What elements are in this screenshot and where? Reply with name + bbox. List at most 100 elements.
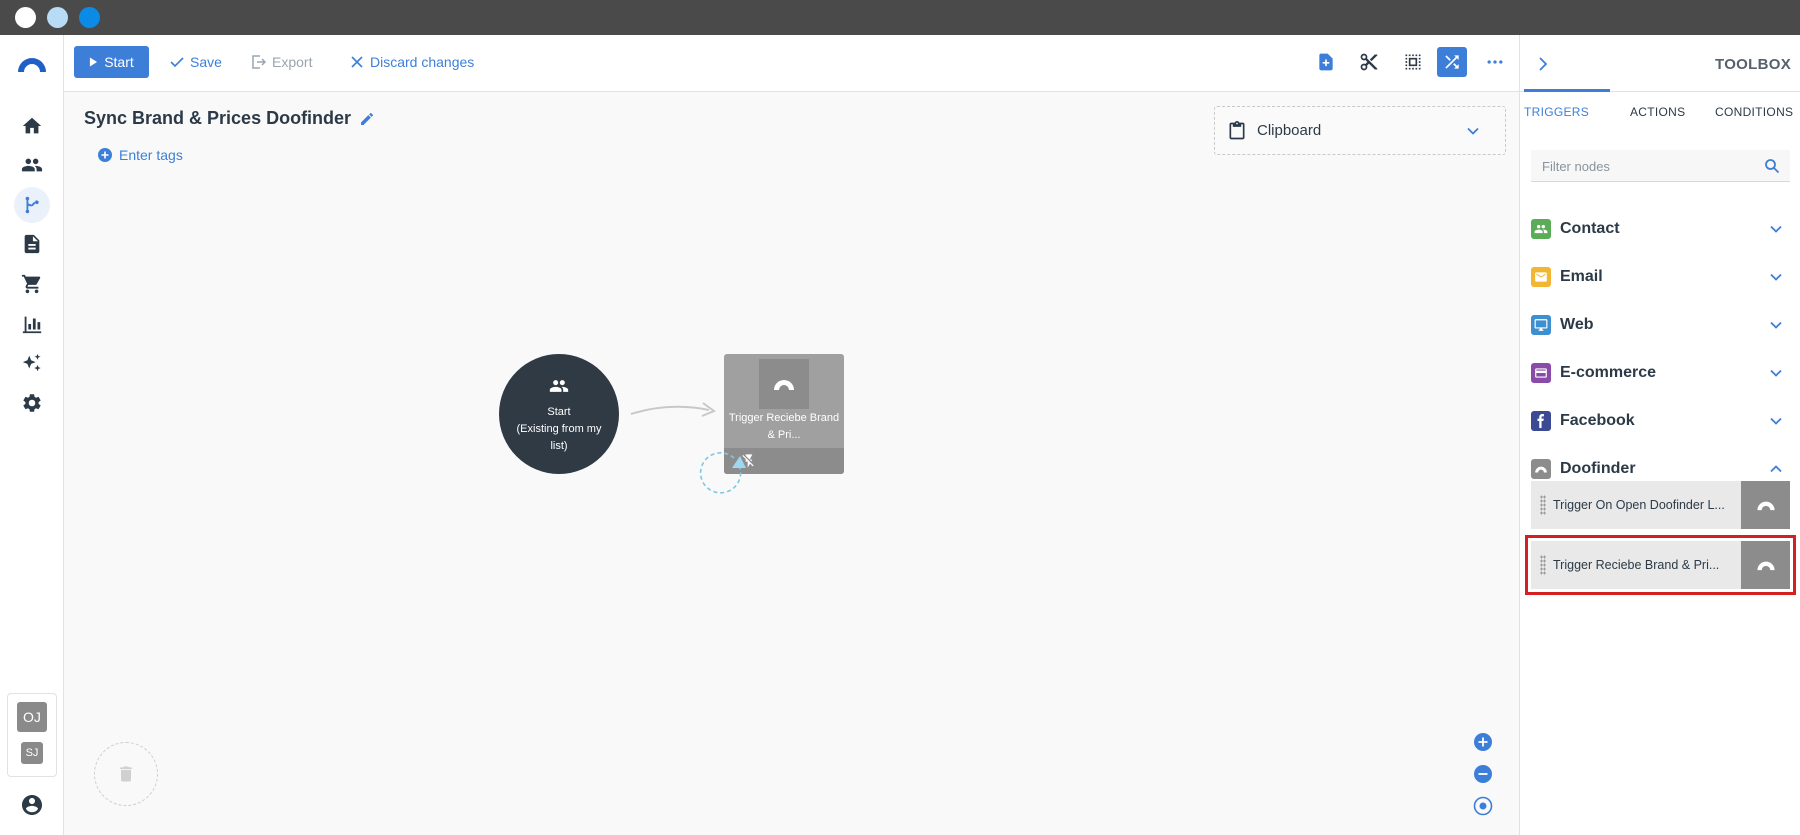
window-close-button[interactable] [15,7,36,28]
category-label: Facebook [1560,412,1635,429]
node-item-label: Trigger Reciebe Brand & Pri... [1553,558,1720,572]
left-sidebar: OJ SJ [0,35,64,835]
doofinder-icon [1531,459,1551,479]
page-title: Sync Brand & Prices Doofinder [84,108,375,129]
start-node-subtitle-cont: list) [550,440,568,452]
category-email[interactable]: Email [1531,263,1790,291]
loop-connector-icon[interactable] [694,442,750,498]
toolbox-node-item[interactable]: Trigger Reciebe Brand & Pri... [1525,535,1796,595]
tab-actions[interactable]: ACTIONS [1630,105,1685,119]
doofinder-icon [1741,541,1790,589]
drag-handle-icon[interactable] [1540,495,1546,515]
connector-arrow [630,402,717,417]
save-button[interactable]: Save [170,46,222,78]
tab-triggers[interactable]: TRIGGERS [1524,105,1589,119]
toolbox-header: TOOLBOX [1520,35,1800,92]
category-web[interactable]: Web [1531,311,1790,339]
filter-nodes-field [1531,150,1790,182]
top-toolbar: Start Save Export Discard changes [64,35,1519,92]
start-button-label: Start [104,54,134,70]
export-icon [252,55,266,69]
avatar[interactable]: OJ [17,702,47,732]
add-note-icon[interactable] [1311,47,1341,77]
window-minimize-button[interactable] [47,7,68,28]
save-button-label: Save [190,54,222,70]
chevron-down-icon [1770,369,1782,377]
category-ecommerce[interactable]: E-commerce [1531,359,1790,387]
app-logo[interactable] [16,55,48,73]
more-options-icon[interactable] [1480,47,1510,77]
close-icon [351,56,363,68]
clipboard-panel[interactable]: Clipboard [1214,106,1506,155]
zoom-out-icon[interactable] [1473,764,1493,784]
workflow-canvas[interactable]: Sync Brand & Prices Doofinder Enter tags… [64,92,1519,835]
chevron-down-icon[interactable] [1465,123,1481,139]
enter-tags-label: Enter tags [119,147,183,163]
chevron-down-icon [1770,273,1782,281]
export-button[interactable]: Export [252,46,312,78]
chevron-down-icon [1770,321,1782,329]
clipboard-icon [1229,120,1245,139]
add-circle-icon [98,148,112,162]
workflow-title: Sync Brand & Prices Doofinder [84,108,352,128]
category-label: Contact [1560,220,1620,237]
select-area-icon[interactable] [1398,47,1428,77]
doofinder-icon [759,359,809,409]
document-icon[interactable] [14,226,50,262]
tab-conditions[interactable]: CONDITIONS [1715,105,1793,119]
start-node[interactable]: Start (Existing from my list) [499,354,619,474]
toolbox-panel: TOOLBOX TRIGGERS ACTIONS CONDITIONS Cont… [1519,35,1800,835]
chevron-down-icon [1770,225,1782,233]
category-label: Doofinder [1560,460,1636,477]
trash-drop-zone[interactable] [94,742,158,806]
avatar[interactable]: SJ [21,742,43,764]
pencil-icon[interactable] [359,111,375,127]
home-icon[interactable] [14,108,50,144]
monitor-icon [1531,315,1551,335]
gear-icon[interactable] [14,385,50,421]
email-icon [1531,267,1551,287]
chevron-down-icon [1770,417,1782,425]
toolbox-title: TOOLBOX [1715,56,1791,73]
trash-icon [120,766,132,782]
enter-tags-button[interactable]: Enter tags [97,147,183,163]
active-tab-indicator [1524,89,1610,92]
play-icon [90,57,98,67]
category-doofinder[interactable]: Doofinder [1531,455,1790,483]
category-facebook[interactable]: Facebook [1531,407,1790,435]
chart-icon[interactable] [14,306,50,342]
clipboard-label: Clipboard [1257,122,1322,139]
group-icon [549,380,569,392]
start-node-subtitle: (Existing from my [516,423,602,435]
export-button-label: Export [272,54,313,70]
contacts-icon [1531,219,1551,239]
chevron-right-icon[interactable] [1534,55,1552,73]
shuffle-icon[interactable] [1437,47,1467,77]
category-label: E-commerce [1560,364,1657,381]
window-title-bar [0,0,1800,35]
cart-icon[interactable] [14,266,50,302]
discard-changes-button[interactable]: Discard changes [350,46,474,78]
scissors-icon[interactable] [1354,47,1384,77]
category-contact[interactable]: Contact [1531,215,1790,243]
start-node-title: Start [547,406,571,418]
search-icon[interactable] [1764,158,1780,174]
center-view-icon[interactable] [1473,796,1493,816]
filter-nodes-input[interactable] [1531,150,1751,182]
sparkle-icon[interactable] [14,345,50,381]
zoom-in-icon[interactable] [1473,732,1493,752]
account-icon[interactable] [20,793,44,817]
user-avatars: OJ SJ [7,693,57,777]
facebook-icon [1531,411,1551,431]
start-button[interactable]: Start [74,46,149,78]
trigger-node-label: Trigger Reciebe Brand & Pri... [728,412,840,441]
contacts-icon[interactable] [14,147,50,183]
window-maximize-button[interactable] [79,7,100,28]
category-label: Email [1560,268,1603,285]
drag-handle-icon[interactable] [1540,555,1546,575]
toolbox-node-item[interactable]: Trigger On Open Doofinder L... [1531,481,1790,529]
toolbox-tabs: TRIGGERS ACTIONS CONDITIONS [1520,105,1800,127]
credit-card-icon [1531,363,1551,383]
workflows-icon[interactable] [14,187,50,223]
check-icon [170,57,184,68]
